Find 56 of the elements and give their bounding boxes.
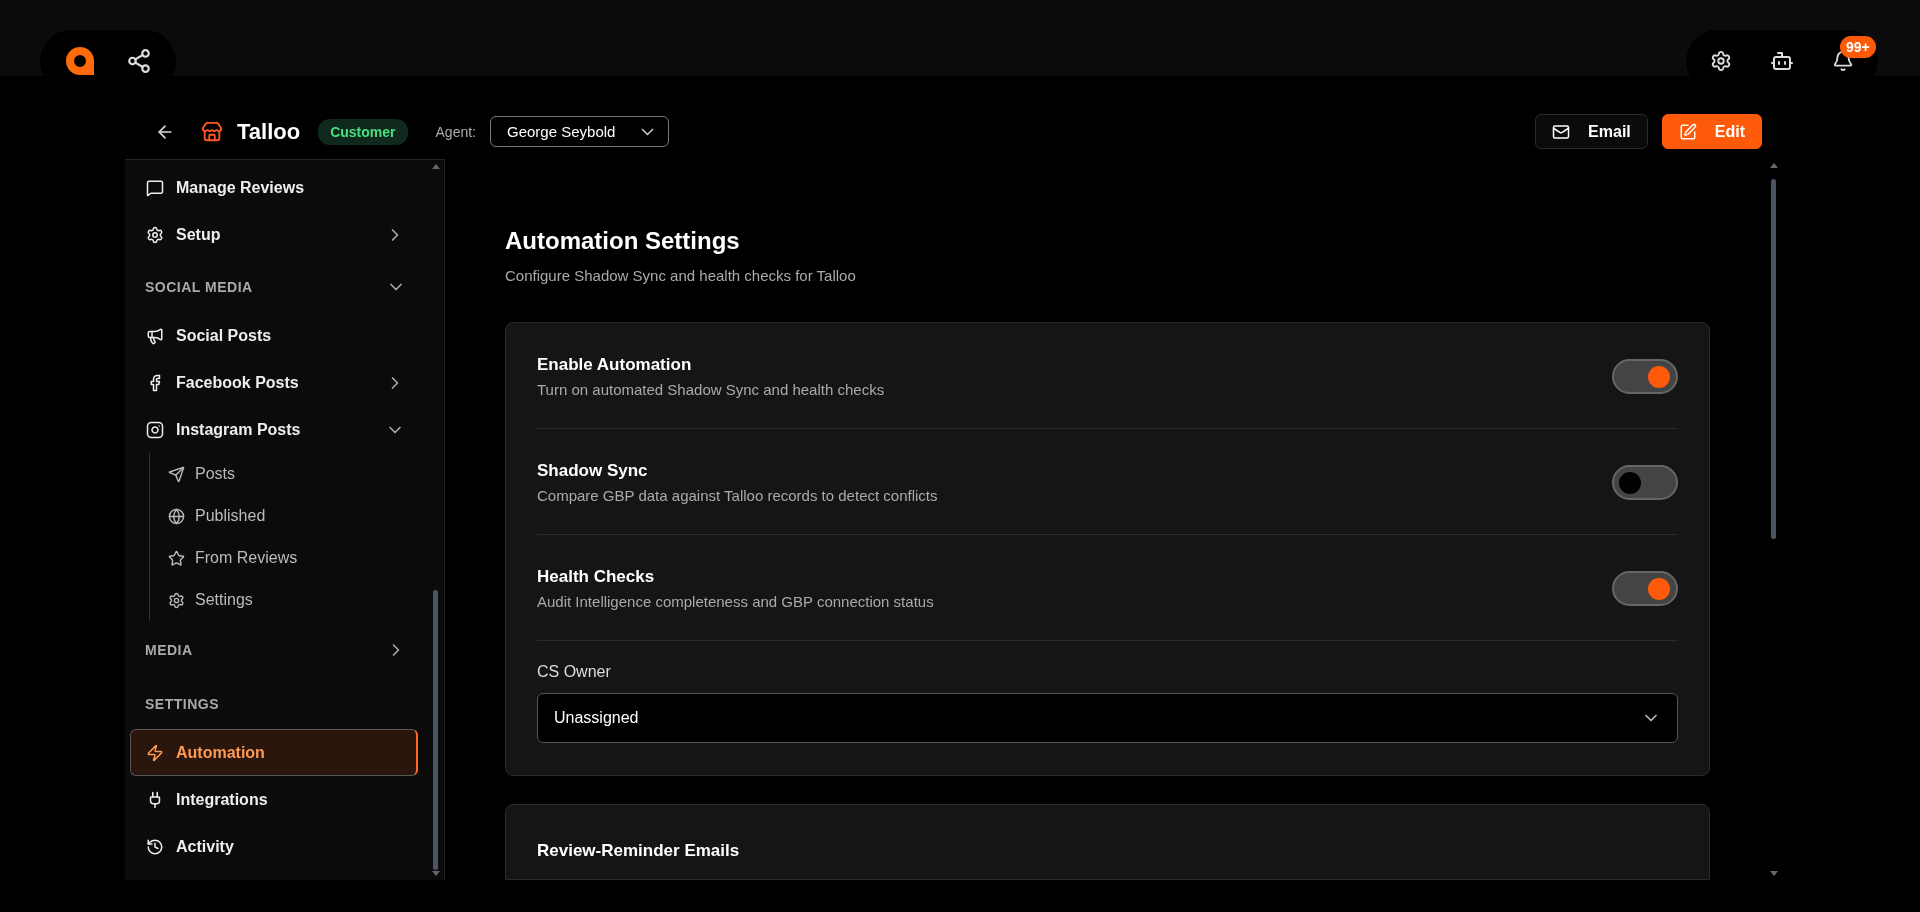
- robot-icon[interactable]: [1770, 49, 1794, 73]
- setting-description: Compare GBP data against Talloo records to detect conflicts: [537, 487, 939, 504]
- gear-icon: [168, 591, 185, 609]
- chat-bubble-icon: [146, 178, 164, 197]
- setting-title: Health Checks: [537, 567, 656, 587]
- setting-title: Review-Reminder Emails: [537, 841, 740, 860]
- gear-icon: [146, 225, 164, 244]
- settings-icon[interactable]: [1710, 50, 1732, 72]
- scrollbar-thumb[interactable]: [433, 590, 438, 870]
- sidebar-item[interactable]: Manage Reviews: [145, 164, 418, 211]
- logo-icon[interactable]: [64, 45, 96, 77]
- megaphone-icon: [146, 326, 164, 345]
- lightning-icon: [146, 743, 164, 762]
- sidebar-item[interactable]: Instagram Posts: [145, 406, 418, 453]
- chevron-down-icon: [641, 127, 655, 136]
- section-heading: SETTINGS: [145, 696, 220, 712]
- agent-dropdown[interactable]: George Seybold: [490, 116, 670, 147]
- status-badge: Customer: [318, 118, 408, 145]
- toggle-switch[interactable]: [1612, 465, 1678, 500]
- instagram-icon: [146, 420, 164, 439]
- notifications-icon[interactable]: [1832, 50, 1854, 72]
- sidebar-item[interactable]: Activity: [145, 823, 418, 870]
- star-icon: [168, 549, 185, 567]
- setting-description: Turn on automated Shadow Sync and health checks: [537, 381, 886, 398]
- field-label: CS Owner: [537, 663, 612, 681]
- setting-description: Audit Intelligence completeness and GBP connection status: [537, 593, 935, 610]
- notification-count: 99+: [1840, 36, 1876, 58]
- page-title: Talloo: [237, 118, 301, 145]
- sidebar-subitem[interactable]: Posts: [168, 453, 418, 495]
- setting-title: Shadow Sync: [537, 461, 649, 481]
- section-title: Automation Settings: [505, 227, 741, 255]
- sidebar-subitem[interactable]: Settings: [168, 579, 418, 621]
- sidebar-item[interactable]: Integrations: [145, 776, 418, 823]
- sidebar-item[interactable]: Setup: [145, 211, 418, 258]
- sidebar-item[interactable]: Social Posts: [145, 312, 418, 359]
- section-subtitle: Configure Shadow Sync and health checks for Talloo: [505, 267, 857, 284]
- sidebar-item[interactable]: Automation: [130, 729, 418, 776]
- globe-icon: [168, 507, 185, 525]
- network-icon[interactable]: [126, 48, 152, 74]
- email-button[interactable]: Email: [1535, 114, 1648, 149]
- toggle-switch[interactable]: [1612, 359, 1678, 394]
- sidebar-subitem[interactable]: From Reviews: [168, 537, 418, 579]
- toggle-switch[interactable]: [1612, 571, 1678, 606]
- setting-title: Enable Automation: [537, 355, 693, 375]
- history-icon: [146, 837, 164, 856]
- pencil-icon: [1678, 122, 1697, 141]
- section-heading: SOCIAL MEDIA: [145, 279, 254, 295]
- sidebar-item[interactable]: Facebook Posts: [145, 359, 418, 406]
- paper-plane-icon: [168, 465, 185, 483]
- section-heading: MEDIA: [145, 642, 194, 658]
- store-icon: [201, 120, 223, 143]
- owner-dropdown[interactable]: Unassigned: [537, 693, 1678, 743]
- envelope-icon: [1552, 122, 1571, 141]
- scrollbar-thumb[interactable]: [1771, 179, 1776, 539]
- agent-label: Agent:: [435, 123, 476, 140]
- sidebar-subitem[interactable]: Published: [168, 495, 418, 537]
